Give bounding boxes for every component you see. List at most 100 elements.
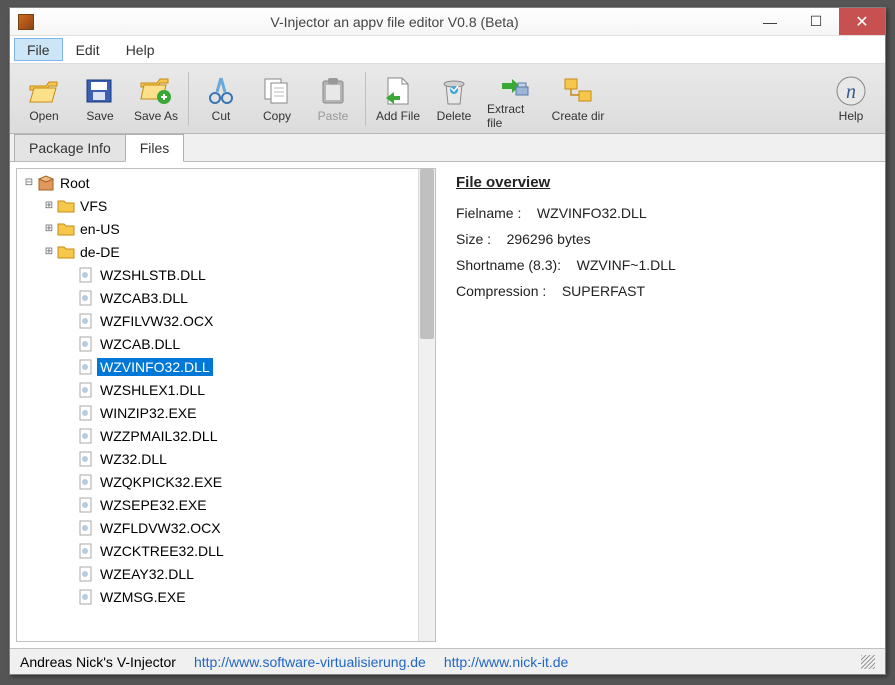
toolbar-separator <box>188 72 189 126</box>
folder-open-icon <box>28 75 60 107</box>
tree-file[interactable]: WZSHLSTB.DLL <box>17 263 435 286</box>
menu-edit[interactable]: Edit <box>63 38 113 61</box>
extract-button[interactable]: Extract file <box>484 63 544 135</box>
expand-icon[interactable]: ⊞ <box>43 223 55 234</box>
copy-button[interactable]: Copy <box>251 70 303 128</box>
scrollbar[interactable] <box>418 169 435 641</box>
detail-value: SUPERFAST <box>562 283 645 299</box>
status-link-1[interactable]: http://www.software-virtualisierung.de <box>194 654 426 670</box>
file-icon <box>77 519 95 537</box>
tree-label: WINZIP32.EXE <box>97 404 199 422</box>
clipboard-icon <box>317 75 349 107</box>
file-icon <box>77 473 95 491</box>
tree-file-selected[interactable]: WZVINFO32.DLL <box>17 355 435 378</box>
minimize-button[interactable]: — <box>747 8 793 35</box>
delete-button[interactable]: Delete <box>428 70 480 128</box>
tree-label: WZQKPICK32.EXE <box>97 473 225 491</box>
file-icon <box>77 404 95 422</box>
tree-label: WZCAB.DLL <box>97 335 183 353</box>
expand-icon[interactable]: ⊞ <box>43 200 55 211</box>
addfile-button[interactable]: Add File <box>372 70 424 128</box>
collapse-icon[interactable]: ⊟ <box>23 177 35 188</box>
scissors-icon <box>205 75 237 107</box>
tree-file[interactable]: WINZIP32.EXE <box>17 401 435 424</box>
tab-files[interactable]: Files <box>125 134 185 162</box>
window-controls: — ☐ ✕ <box>747 8 885 35</box>
tree-label: de-DE <box>77 243 123 261</box>
toolbar-group-edit: Cut Copy Paste <box>195 70 359 128</box>
toolbar-group-file: Open Save Save As <box>18 70 182 128</box>
tree-file[interactable]: WZSEPE32.EXE <box>17 493 435 516</box>
tree-folder[interactable]: ⊞ de-DE <box>17 240 435 263</box>
tree-file[interactable]: WZFILVW32.OCX <box>17 309 435 332</box>
app-icon <box>18 14 34 30</box>
save-label: Save <box>86 109 113 123</box>
expand-icon[interactable]: ⊞ <box>43 246 55 257</box>
tree-label: WZEAY32.DLL <box>97 565 197 583</box>
cut-label: Cut <box>212 109 231 123</box>
tree-file[interactable]: WZZPMAIL32.DLL <box>17 424 435 447</box>
tree-label: WZ32.DLL <box>97 450 170 468</box>
tree-file[interactable]: WZCKTREE32.DLL <box>17 539 435 562</box>
status-link-2[interactable]: http://www.nick-it.de <box>444 654 569 670</box>
detail-value: WZVINF~1.DLL <box>577 257 676 273</box>
file-icon <box>77 450 95 468</box>
tree-label: WZFILVW32.OCX <box>97 312 216 330</box>
help-button[interactable]: n Help <box>825 70 877 128</box>
toolbar-separator <box>365 72 366 126</box>
cut-button[interactable]: Cut <box>195 70 247 128</box>
tree-folder[interactable]: ⊞ VFS <box>17 194 435 217</box>
help-label: Help <box>839 109 864 123</box>
tree-file[interactable]: WZFLDVW32.OCX <box>17 516 435 539</box>
createdir-icon <box>562 75 594 107</box>
createdir-button[interactable]: Create dir <box>548 70 608 128</box>
file-add-icon <box>382 75 414 107</box>
file-tree[interactable]: ⊟ Root ⊞ VFS ⊞ en-US ⊞ de-DE <box>16 168 436 642</box>
statusbar: Andreas Nick's V-Injector http://www.sof… <box>10 648 885 674</box>
saveas-label: Save As <box>134 109 178 123</box>
tree-root[interactable]: ⊟ Root <box>17 171 435 194</box>
createdir-label: Create dir <box>552 109 605 123</box>
window-title: V-Injector an appv file editor V0.8 (Bet… <box>42 14 747 30</box>
open-button[interactable]: Open <box>18 70 70 128</box>
tree-label: WZZPMAIL32.DLL <box>97 427 220 445</box>
tree-label: WZCAB3.DLL <box>97 289 191 307</box>
tab-package-info[interactable]: Package Info <box>14 134 126 161</box>
paste-label: Paste <box>318 109 349 123</box>
tree-file[interactable]: WZCAB.DLL <box>17 332 435 355</box>
tree-file[interactable]: WZSHLEX1.DLL <box>17 378 435 401</box>
box-icon <box>37 174 55 192</box>
scrollbar-thumb[interactable] <box>420 169 434 339</box>
menu-file[interactable]: File <box>14 38 63 61</box>
file-icon <box>77 266 95 284</box>
saveas-button[interactable]: Save As <box>130 70 182 128</box>
tree-content: ⊟ Root ⊞ VFS ⊞ en-US ⊞ de-DE <box>17 169 435 610</box>
save-button[interactable]: Save <box>74 70 126 128</box>
close-button[interactable]: ✕ <box>839 8 885 35</box>
file-icon <box>77 588 95 606</box>
tree-file[interactable]: WZCAB3.DLL <box>17 286 435 309</box>
file-icon <box>77 312 95 330</box>
maximize-button[interactable]: ☐ <box>793 8 839 35</box>
detail-label: Compression : <box>456 283 546 299</box>
file-icon <box>77 358 95 376</box>
tree-file[interactable]: WZMSG.EXE <box>17 585 435 608</box>
tree-label: WZSEPE32.EXE <box>97 496 210 514</box>
extract-label: Extract file <box>487 102 541 130</box>
toolbar-group-actions: Add File Delete Extract file Create dir <box>372 63 608 135</box>
detail-size: Size : 296296 bytes <box>456 231 869 247</box>
tree-label: WZCKTREE32.DLL <box>97 542 227 560</box>
tree-file[interactable]: WZQKPICK32.EXE <box>17 470 435 493</box>
detail-label: Shortname (8.3): <box>456 257 561 273</box>
file-icon <box>77 427 95 445</box>
file-icon <box>77 496 95 514</box>
file-icon <box>77 565 95 583</box>
detail-value: WZVINFO32.DLL <box>537 205 647 221</box>
paste-button[interactable]: Paste <box>307 70 359 128</box>
resize-grip[interactable] <box>861 655 875 669</box>
detail-fieldname: Fielname : WZVINFO32.DLL <box>456 205 869 221</box>
menu-help[interactable]: Help <box>113 38 168 61</box>
tree-file[interactable]: WZEAY32.DLL <box>17 562 435 585</box>
tree-folder[interactable]: ⊞ en-US <box>17 217 435 240</box>
tree-file[interactable]: WZ32.DLL <box>17 447 435 470</box>
